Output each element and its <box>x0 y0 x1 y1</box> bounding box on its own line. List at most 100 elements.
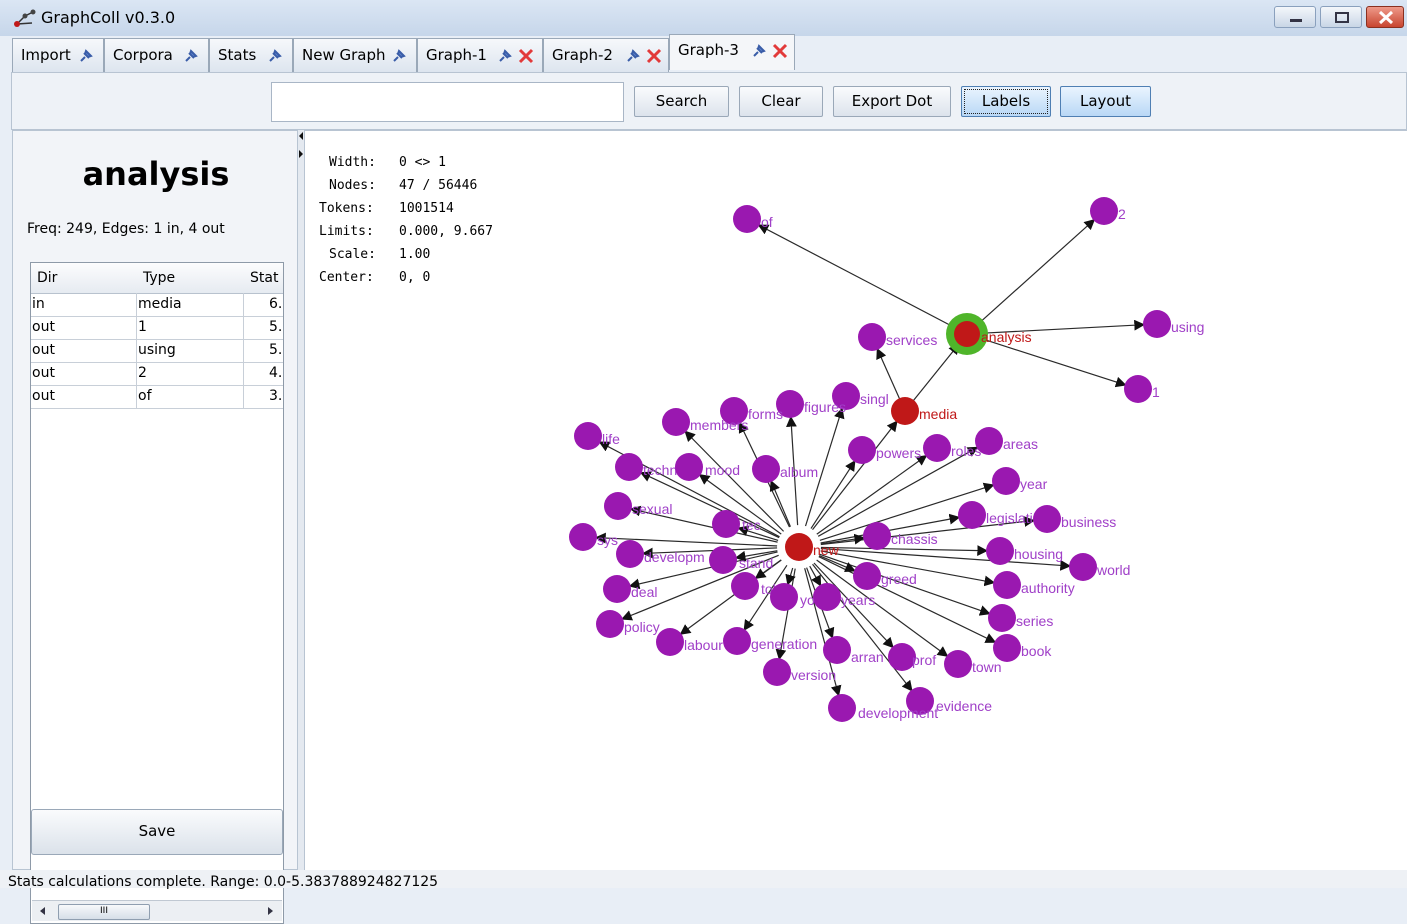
graph-node[interactable]: developm <box>616 540 705 568</box>
graph-node[interactable]: areas <box>975 427 1038 455</box>
graph-node[interactable]: world <box>1069 553 1130 581</box>
scroll-left-icon[interactable] <box>40 907 46 915</box>
search-input[interactable] <box>271 82 624 122</box>
graph-node-circle[interactable] <box>616 540 644 568</box>
graph-node-circle[interactable] <box>1033 505 1061 533</box>
graph-node-circle[interactable] <box>923 434 951 462</box>
graph-node-circle[interactable] <box>853 562 881 590</box>
graph-node-circle[interactable] <box>656 628 684 656</box>
graph-node[interactable]: sys <box>569 523 618 551</box>
graph-node[interactable]: life <box>574 422 620 450</box>
horizontal-scrollbar[interactable]: III <box>32 900 282 921</box>
graph-node[interactable]: labour <box>656 628 723 656</box>
graph-node-circle[interactable] <box>785 533 813 561</box>
minimize-button[interactable] <box>1274 6 1316 28</box>
graph-node[interactable]: 2 <box>1090 197 1126 225</box>
graph-node[interactable]: town <box>944 650 1002 678</box>
graph-node-circle[interactable] <box>954 321 980 347</box>
graph-node-circle[interactable] <box>891 397 919 425</box>
graph-node-circle[interactable] <box>828 694 856 722</box>
table-row[interactable]: out using 5. <box>31 339 283 363</box>
graph-node-circle[interactable] <box>988 604 1016 632</box>
graph-node[interactable]: album <box>752 455 818 483</box>
scroll-thumb[interactable]: III <box>58 904 150 920</box>
graph-node[interactable]: book <box>993 634 1052 662</box>
table-row[interactable]: out of 3. <box>31 385 283 409</box>
graph-node-circle[interactable] <box>992 467 1020 495</box>
graph-node-circle[interactable] <box>574 422 602 450</box>
graph-node-circle[interactable] <box>975 427 1003 455</box>
graph-node[interactable]: deal <box>603 575 657 603</box>
table-row[interactable]: out 2 4. <box>31 362 283 386</box>
graph-node-circle[interactable] <box>662 408 690 436</box>
layout-button[interactable]: Layout <box>1060 86 1151 117</box>
graph-node[interactable]: arran <box>823 636 884 665</box>
graph-node[interactable]: housing <box>986 537 1063 565</box>
table-row[interactable]: in media 6. <box>31 293 283 317</box>
graph-node[interactable]: version <box>763 658 836 686</box>
maximize-button[interactable] <box>1320 6 1362 28</box>
table-row[interactable]: out 1 5. <box>31 316 283 340</box>
graph-node[interactable]: policy <box>596 610 660 638</box>
graph-node[interactable]: legislati <box>958 501 1033 529</box>
graph-node[interactable]: powers <box>848 436 921 464</box>
pin-icon[interactable] <box>498 49 512 63</box>
graph-node-circle[interactable] <box>733 205 761 233</box>
graph-node-circle[interactable] <box>712 510 740 538</box>
pin-icon[interactable] <box>79 49 93 63</box>
graph-node-circle[interactable] <box>770 583 798 611</box>
graph-node[interactable]: prof <box>888 643 936 671</box>
graph-node-circle[interactable] <box>1069 553 1097 581</box>
graph-node-circle[interactable] <box>993 571 1021 599</box>
tab-graph-1[interactable]: Graph-1 <box>417 38 543 72</box>
clear-button[interactable]: Clear <box>739 86 823 117</box>
search-button[interactable]: Search <box>634 86 729 117</box>
graph-node-circle[interactable] <box>731 572 759 600</box>
close-tab-icon[interactable] <box>646 48 662 64</box>
graph-node-circle[interactable] <box>763 658 791 686</box>
graph-node[interactable]: of <box>733 205 773 233</box>
graph-node[interactable]: 1 <box>1124 375 1160 403</box>
graph-node[interactable]: yo <box>770 583 815 611</box>
graph-node-circle[interactable] <box>615 453 643 481</box>
graph-node-circle[interactable] <box>958 501 986 529</box>
graph-node-circle[interactable] <box>604 492 632 520</box>
scroll-right-icon[interactable] <box>268 907 274 915</box>
col-dir-header[interactable]: Dir <box>37 270 57 286</box>
graph-node-circle[interactable] <box>723 627 751 655</box>
graph-node[interactable]: generation <box>723 627 817 655</box>
col-type-header[interactable]: Type <box>143 270 175 286</box>
tab-new-graph[interactable]: New Graph <box>293 38 417 72</box>
graph-node[interactable]: tol <box>731 572 776 600</box>
graph-node[interactable]: authority <box>993 571 1075 599</box>
graph-node[interactable]: stand <box>709 546 773 574</box>
tab-corpora[interactable]: Corpora <box>104 38 209 72</box>
graph-node[interactable]: services <box>858 323 937 351</box>
tab-stats[interactable]: Stats <box>209 38 293 72</box>
graph-node-circle[interactable] <box>863 522 891 550</box>
graph-node-circle[interactable] <box>603 575 631 603</box>
graph-node[interactable]: media <box>891 397 957 425</box>
graph-node-circle[interactable] <box>986 537 1014 565</box>
graph-node[interactable]: analysis <box>946 313 1032 355</box>
pin-icon[interactable] <box>184 49 198 63</box>
graph-node-circle[interactable] <box>596 610 624 638</box>
graph-node-circle[interactable] <box>823 636 851 664</box>
close-tab-icon[interactable] <box>772 43 788 59</box>
graph-node-circle[interactable] <box>848 436 876 464</box>
col-stat-header[interactable]: Stat <box>250 270 278 286</box>
graph-node[interactable]: sexual <box>604 492 672 520</box>
close-window-button[interactable] <box>1366 6 1404 28</box>
graph-node[interactable]: chassis <box>863 522 938 550</box>
graph-node-circle[interactable] <box>569 523 597 551</box>
export-dot-button[interactable]: Export Dot <box>833 86 951 117</box>
pin-icon[interactable] <box>392 49 406 63</box>
tab-graph-3[interactable]: Graph-3 <box>669 34 795 70</box>
pin-icon[interactable] <box>268 49 282 63</box>
tab-import[interactable]: Import <box>12 38 104 72</box>
close-tab-icon[interactable] <box>518 48 534 64</box>
graph-node-circle[interactable] <box>813 583 841 611</box>
graph-canvas[interactable]: Width: 0 <> 1 Nodes: 47 / 56446 Tokens: … <box>304 130 1407 870</box>
graph-node-circle[interactable] <box>709 546 737 574</box>
labels-button[interactable]: Labels <box>961 86 1051 117</box>
